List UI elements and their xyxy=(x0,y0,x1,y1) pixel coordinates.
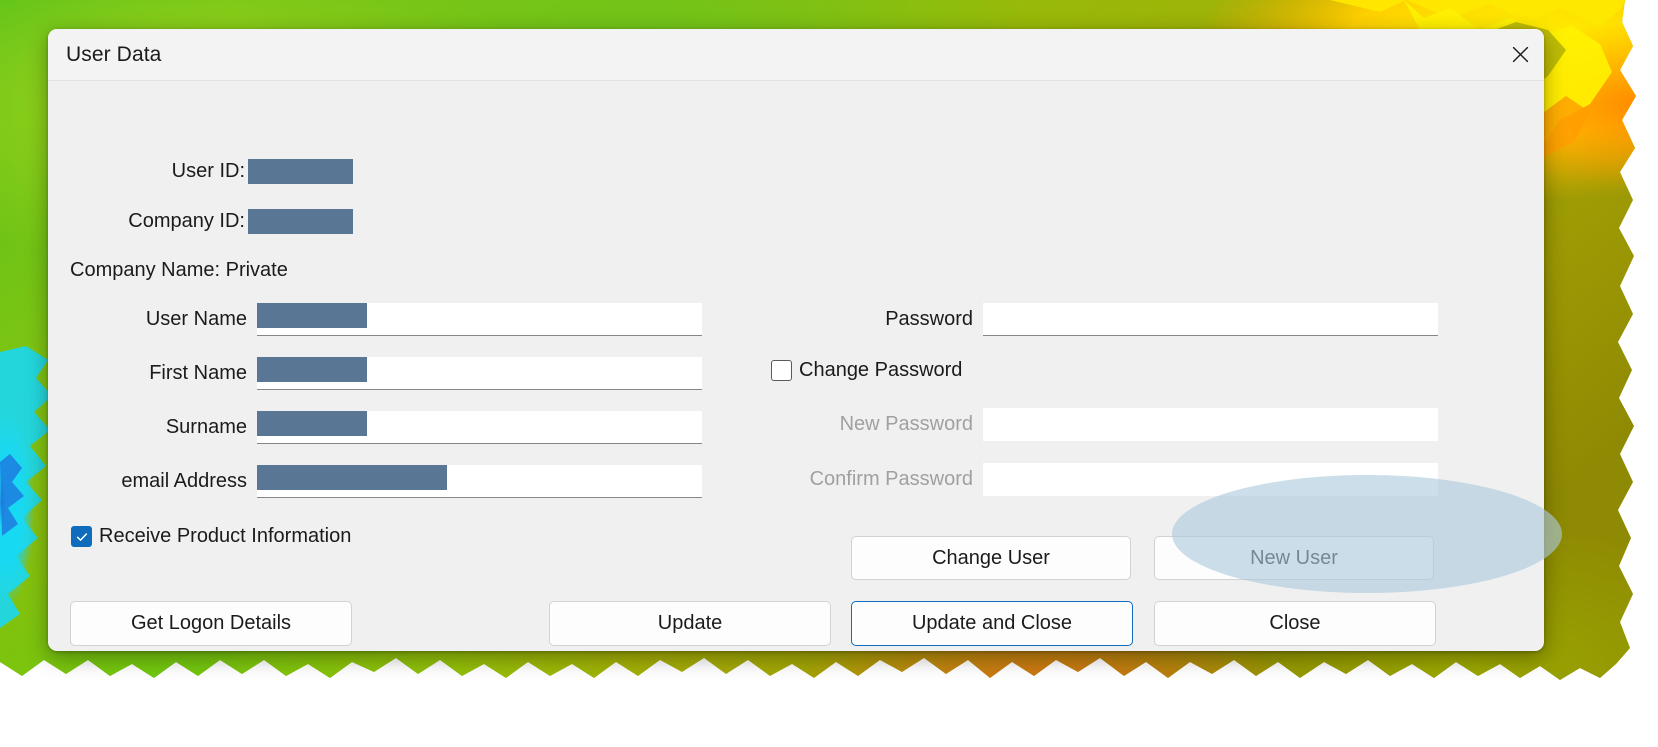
receive-product-information-row[interactable]: Receive Product Information xyxy=(71,525,351,548)
user-id-redaction[interactable] xyxy=(248,159,353,184)
field-surname-input[interactable] xyxy=(256,411,702,444)
screen: User Data User ID: Company ID: Company N… xyxy=(0,0,1658,747)
close-icon xyxy=(1512,46,1528,63)
company-id-redaction[interactable] xyxy=(248,209,353,234)
field-user-name: User Name xyxy=(68,303,702,336)
receive-product-information-label: Receive Product Information xyxy=(99,525,352,547)
dialog-titlebar: User Data xyxy=(48,29,1544,81)
field-user-name-redaction xyxy=(256,303,367,328)
field-first-name-label: First Name xyxy=(149,362,247,384)
field-new-password: New Password xyxy=(748,408,1438,441)
close-button[interactable]: Close xyxy=(1154,601,1436,646)
change-password-label: Change Password xyxy=(799,359,963,381)
user-data-dialog: User Data User ID: Company ID: Company N… xyxy=(48,29,1544,651)
field-confirm-password-label: Confirm Password xyxy=(809,468,973,490)
field-surname-redaction xyxy=(256,411,367,436)
field-surname: Surname xyxy=(68,411,702,444)
change-password-checkbox[interactable] xyxy=(771,360,792,381)
field-confirm-password: Confirm Password xyxy=(748,463,1438,496)
user-id-label: User ID: xyxy=(171,160,245,182)
company-id-label: Company ID: xyxy=(128,210,245,232)
checkmark-icon xyxy=(76,532,87,541)
company-name-line: Company Name: Private xyxy=(70,259,288,281)
field-user-name-input[interactable] xyxy=(256,303,702,336)
get-logon-details-button[interactable]: Get Logon Details xyxy=(70,601,352,646)
field-email-address-input[interactable] xyxy=(256,465,702,498)
field-password-label: Password xyxy=(885,308,973,330)
update-and-close-button[interactable]: Update and Close xyxy=(851,601,1133,646)
field-first-name-redaction xyxy=(256,357,367,382)
field-email-address: email Address xyxy=(68,465,702,498)
update-button[interactable]: Update xyxy=(549,601,831,646)
change-user-button[interactable]: Change User xyxy=(851,536,1131,580)
field-password: Password xyxy=(748,303,1438,336)
field-email-address-redaction xyxy=(256,465,447,490)
field-surname-label: Surname xyxy=(165,416,247,438)
field-first-name-input[interactable] xyxy=(256,357,702,390)
company-id-row: Company ID: xyxy=(48,209,353,234)
user-id-row: User ID: xyxy=(48,159,353,184)
close-window-button[interactable] xyxy=(1496,29,1544,80)
field-email-address-label: email Address xyxy=(121,470,247,492)
change-password-checkbox-row[interactable]: Change Password xyxy=(771,359,962,382)
field-new-password-label: New Password xyxy=(839,413,973,435)
new-user-button[interactable]: New User xyxy=(1154,536,1434,580)
dialog-body: User ID: Company ID: Company Name: Priva… xyxy=(48,81,1544,651)
field-password-input[interactable] xyxy=(983,303,1438,336)
field-user-name-label: User Name xyxy=(145,308,247,330)
field-confirm-password-input[interactable] xyxy=(983,463,1438,496)
field-new-password-input[interactable] xyxy=(983,408,1438,441)
receive-product-information-checkbox[interactable] xyxy=(71,526,92,547)
field-first-name: First Name xyxy=(68,357,702,390)
dialog-title: User Data xyxy=(66,43,162,66)
